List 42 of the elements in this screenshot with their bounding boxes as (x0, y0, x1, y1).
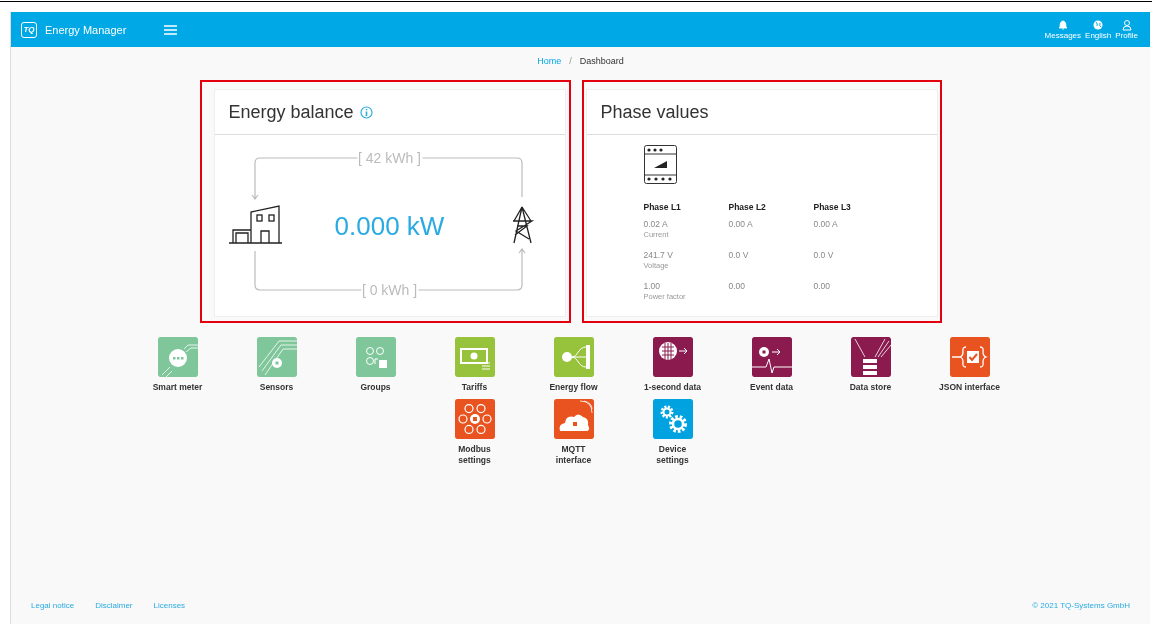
dashboard-tile[interactable]: Modbus settings (425, 399, 524, 466)
phase-value: 0.00 A (728, 219, 754, 229)
phase-value: 241.7 V (643, 250, 674, 260)
phase-value: 0.00 A (813, 219, 839, 229)
dashboard-tile[interactable]: Data store (821, 337, 920, 399)
dashboard-tile[interactable]: MQTT interface (524, 399, 623, 466)
meter-device-icon (643, 145, 677, 184)
dashboard-tile[interactable]: Device settings (623, 399, 722, 466)
dashboard-tile[interactable]: Tariffs (425, 337, 524, 399)
phase-header: Phase L2 (728, 202, 767, 214)
phase-value: 0.0 V (813, 250, 835, 260)
copyright: © 2021 TQ-Systems GmbH (1032, 601, 1130, 610)
dashboard-tile[interactable]: Sensors (227, 337, 326, 399)
app-title: Energy Manager (45, 23, 127, 36)
phase-value: 0.00 (813, 281, 832, 291)
breadcrumb-separator: / (569, 56, 572, 66)
dashboard-tile[interactable]: Event data (722, 337, 821, 399)
dashboard-tile[interactable]: 1-second data (623, 337, 722, 399)
import-energy: [ 42 kWh ] (357, 150, 422, 166)
phase-header: Phase L3 (813, 202, 852, 214)
power-tower-icon (511, 206, 534, 244)
card-title: Energy balance (228, 101, 354, 123)
dashboard-tile[interactable]: JSON interface (920, 337, 1019, 399)
dashboard-tile[interactable]: Smart meter (128, 337, 227, 399)
card-title: Phase values (600, 101, 709, 123)
person-icon (1120, 19, 1133, 31)
logo: TQ (21, 21, 37, 38)
dashboard-tile[interactable]: Energy flow (524, 337, 623, 399)
phase-value: 0.00 (728, 281, 747, 291)
breadcrumb-item: Dashboard (579, 56, 624, 66)
menu-icon[interactable] (164, 24, 178, 35)
bell-icon (1056, 19, 1069, 31)
dashboard-tile[interactable]: Groups (326, 337, 425, 399)
phase-header: Phase L1 (643, 202, 682, 214)
power-value: 0.000 kW (334, 210, 445, 242)
phase-value: 0.02 A (643, 219, 669, 229)
info-icon[interactable] (359, 105, 373, 119)
building-icon (227, 205, 283, 244)
globe-icon (1092, 19, 1105, 31)
export-energy: [ 0 kWh ] (360, 282, 419, 298)
phase-value: 0.0 V (728, 250, 750, 260)
phase-value: 1.00 (643, 281, 662, 291)
